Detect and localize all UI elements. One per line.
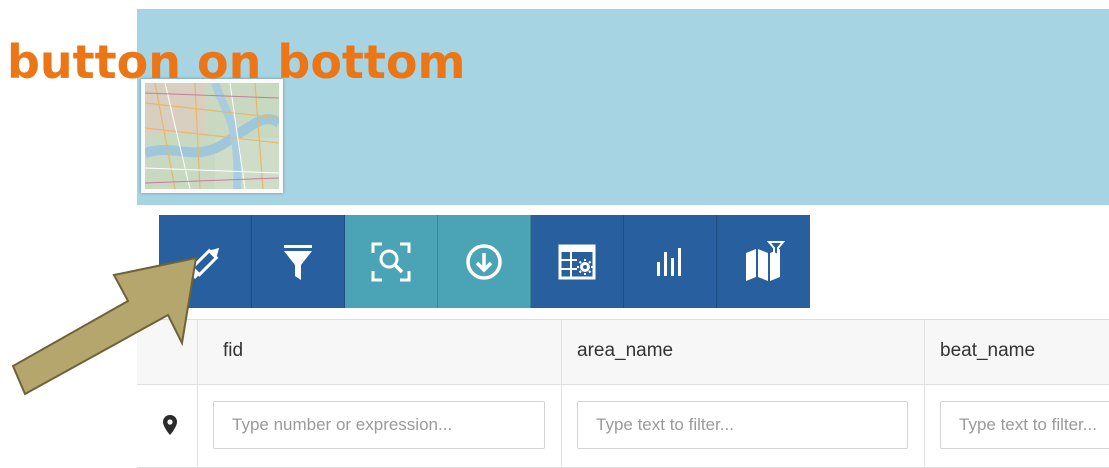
table-settings-button[interactable]	[531, 215, 624, 308]
bar-chart-icon	[657, 247, 681, 276]
filter-button[interactable]	[252, 215, 345, 308]
column-divider	[924, 320, 925, 468]
table-header-row: fid area_name beat_name	[137, 320, 1109, 385]
edit-button[interactable]	[159, 215, 252, 308]
map-filter-icon	[745, 240, 785, 281]
beat-name-filter-input[interactable]	[940, 401, 1109, 449]
table-filter-row	[137, 385, 1109, 468]
table-settings-icon	[558, 244, 596, 279]
layer-toolbar	[159, 215, 810, 308]
zoom-to-selection-icon	[371, 242, 411, 281]
column-divider	[561, 320, 562, 468]
download-icon	[466, 243, 502, 280]
screenshot-stage: fid area_name beat_name button on bottom	[0, 0, 1109, 468]
chart-button[interactable]	[624, 215, 717, 308]
map-thumbnail[interactable]	[141, 79, 283, 193]
zoom-to-selection-button[interactable]	[345, 215, 438, 308]
column-header-beat-name[interactable]: beat_name	[940, 340, 1035, 362]
map-marker-icon[interactable]	[163, 415, 177, 440]
filter-icon	[284, 244, 312, 280]
download-button[interactable]	[438, 215, 531, 308]
pencil-icon	[188, 247, 220, 279]
column-header-area-name[interactable]: area_name	[577, 340, 673, 362]
column-divider	[197, 320, 198, 468]
area-name-filter-input[interactable]	[577, 401, 908, 449]
map-filter-button[interactable]	[717, 215, 810, 308]
column-header-fid[interactable]: fid	[223, 340, 243, 362]
fid-filter-input[interactable]	[213, 401, 545, 449]
attribute-table: fid area_name beat_name	[137, 319, 1109, 468]
annotation-caption: button on bottom	[7, 35, 466, 89]
map-thumbnail-image	[145, 83, 279, 189]
